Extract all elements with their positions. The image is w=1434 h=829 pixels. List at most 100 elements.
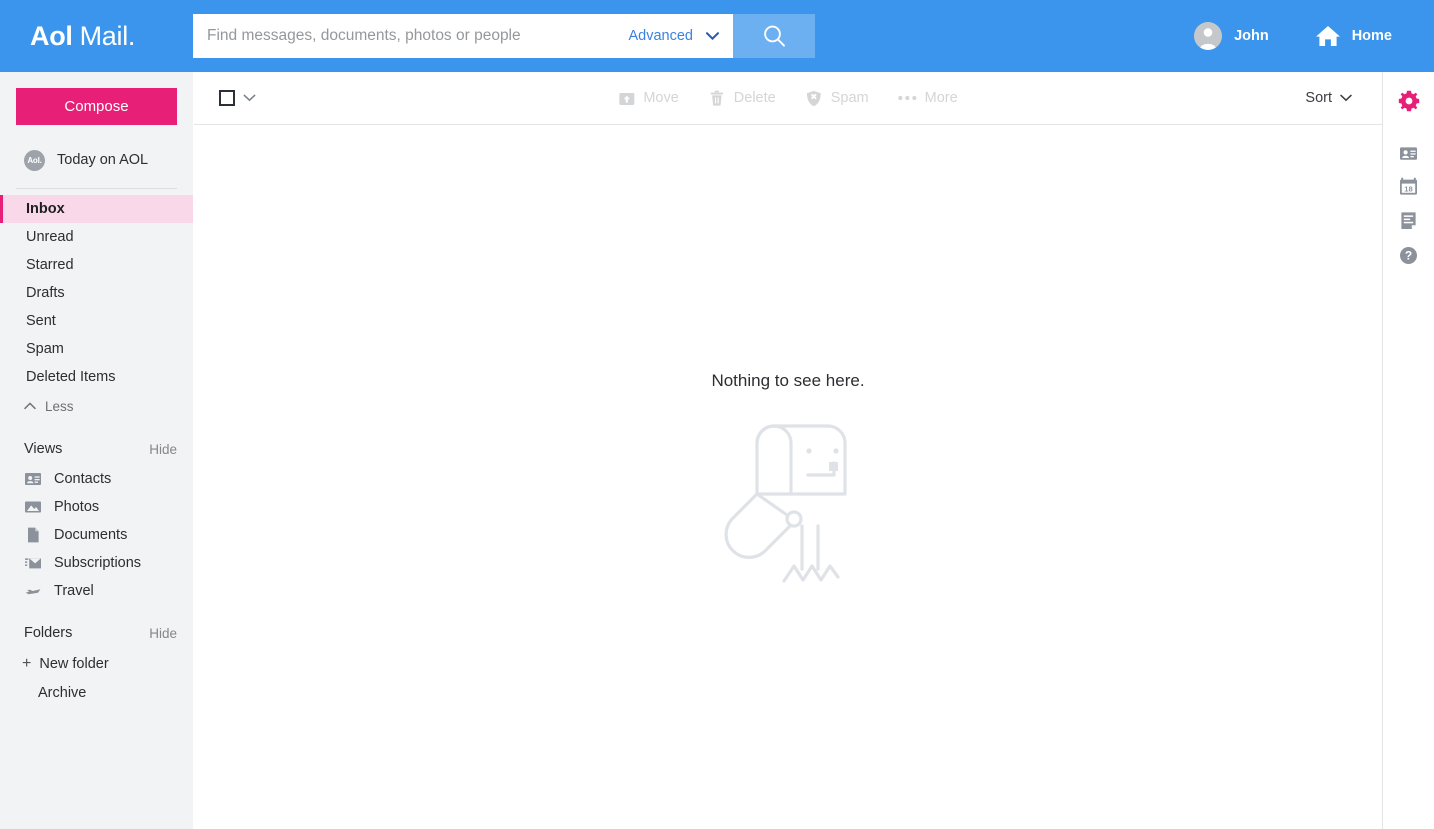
sidebar-item-starred[interactable]: Starred xyxy=(0,251,193,279)
home-label: Home xyxy=(1351,28,1392,44)
spam-label: Spam xyxy=(830,90,869,106)
folders-section-header: Folders Hide xyxy=(0,617,193,649)
sidebar-item-archive[interactable]: Archive xyxy=(0,679,193,707)
sidebar-divider xyxy=(16,188,177,189)
delete-label: Delete xyxy=(733,90,776,106)
broken-mailbox-illustration xyxy=(724,423,852,588)
logo-text-bold: Aol xyxy=(30,20,73,51)
subscriptions-envelope-icon xyxy=(25,558,41,569)
sidebar-item-label: Drafts xyxy=(26,285,65,301)
user-menu[interactable]: John xyxy=(1194,22,1269,50)
sidebar-item-sent[interactable]: Sent xyxy=(0,307,193,335)
search-input[interactable] xyxy=(207,16,619,56)
chevron-down-icon xyxy=(1340,94,1352,102)
message-toolbar: Move Delete Spam More Sort xyxy=(194,72,1382,125)
mailbox-eye-right xyxy=(833,448,839,454)
sidebar-item-spam[interactable]: Spam xyxy=(0,335,193,363)
more-button[interactable]: More xyxy=(898,90,958,106)
contacts-icon[interactable] xyxy=(1383,136,1434,170)
compose-button[interactable]: Compose xyxy=(16,88,177,125)
mailbox-smile-corner xyxy=(829,462,838,471)
home-icon xyxy=(1315,26,1340,46)
aol-badge-icon: Aol. xyxy=(24,149,45,171)
system-folder-list: Inbox Unread Starred Drafts Sent Spam De… xyxy=(0,195,193,391)
calendar-day-label: 18 xyxy=(1404,184,1412,193)
less-label: Less xyxy=(45,398,74,414)
airplane-icon xyxy=(25,589,41,595)
folders-section-title: Folders xyxy=(24,625,73,641)
toolbar-actions: Move Delete Spam More xyxy=(618,90,958,107)
search-box: Advanced xyxy=(193,14,733,58)
search-area: Advanced xyxy=(193,14,815,58)
svg-text:?: ? xyxy=(1405,248,1412,262)
contact-card-icon xyxy=(25,473,41,485)
calendar-icon[interactable]: 18 xyxy=(1383,170,1434,204)
person-avatar-icon xyxy=(1194,22,1223,50)
views-hide-toggle[interactable]: Hide xyxy=(149,442,177,457)
chevron-up-icon xyxy=(24,402,36,410)
sidebar-item-label: Inbox xyxy=(26,201,65,217)
move-label: Move xyxy=(643,90,679,106)
less-folders-toggle[interactable]: Less xyxy=(0,391,193,421)
sidebar-item-label: Documents xyxy=(54,527,128,543)
folders-hide-toggle[interactable]: Hide xyxy=(149,626,177,641)
delete-button[interactable]: Delete xyxy=(709,90,776,107)
sidebar-item-travel[interactable]: Travel xyxy=(0,577,193,605)
views-section-title: Views xyxy=(24,441,63,457)
help-icon[interactable]: ? xyxy=(1383,238,1434,272)
sidebar-item-drafts[interactable]: Drafts xyxy=(0,279,193,307)
sidebar-item-photos[interactable]: Photos xyxy=(0,493,193,521)
notepad-icon[interactable] xyxy=(1383,204,1434,238)
search-button[interactable] xyxy=(733,14,815,58)
sidebar-item-label: Subscriptions xyxy=(54,555,142,571)
sidebar-item-label: Spam xyxy=(26,341,64,357)
advanced-search-label: Advanced xyxy=(628,28,694,44)
sidebar-item-subscriptions[interactable]: Subscriptions xyxy=(0,549,193,577)
sidebar-item-label: Contacts xyxy=(54,471,112,487)
sort-button[interactable]: Sort xyxy=(1305,90,1352,106)
spam-button[interactable]: Spam xyxy=(806,90,869,107)
new-folder-label: New folder xyxy=(39,656,109,672)
plus-icon: + xyxy=(22,655,32,672)
sidebar-item-unread[interactable]: Unread xyxy=(0,223,193,251)
right-rail: 18 ? xyxy=(1382,72,1434,829)
home-link[interactable]: Home xyxy=(1315,24,1392,48)
more-label: More xyxy=(924,90,958,106)
sidebar-item-label: Starred xyxy=(26,257,74,273)
new-folder-button[interactable]: + New folder xyxy=(0,649,193,679)
sidebar-item-documents[interactable]: Documents xyxy=(0,521,193,549)
photo-icon xyxy=(25,501,41,513)
sidebar-item-deleted-items[interactable]: Deleted Items xyxy=(0,363,193,391)
sidebar-item-label: Photos xyxy=(54,499,100,515)
trash-icon xyxy=(711,90,724,106)
sidebar-item-label: Deleted Items xyxy=(26,369,116,385)
move-button[interactable]: Move xyxy=(618,90,679,107)
advanced-search-toggle[interactable]: Advanced xyxy=(619,28,719,44)
ellipsis-icon xyxy=(898,96,917,100)
search-icon xyxy=(763,25,785,47)
sidebar-item-label: Archive xyxy=(38,685,87,701)
sidebar-item-label: Unread xyxy=(26,229,74,245)
sidebar-item-label: Sent xyxy=(26,313,56,329)
views-list: Contacts Photos Documents Subscriptions … xyxy=(0,465,193,605)
views-section-header: Views Hide xyxy=(0,433,193,465)
today-on-aol-link[interactable]: Aol. Today on AOL xyxy=(0,142,193,178)
sidebar-item-contacts[interactable]: Contacts xyxy=(0,465,193,493)
user-name-label: John xyxy=(1234,28,1269,44)
mailbox-eye-left xyxy=(806,448,812,454)
chevron-down-icon[interactable] xyxy=(243,94,256,102)
sidebar-item-inbox[interactable]: Inbox xyxy=(0,195,193,223)
left-sidebar: Compose Aol. Today on AOL Inbox Unread S… xyxy=(0,72,193,829)
sidebar-item-label: Travel xyxy=(54,583,94,599)
logo-text-light: Mail. xyxy=(79,20,136,51)
select-all-checkbox[interactable] xyxy=(219,90,235,106)
app-header: Aol Mail. Advanced xyxy=(0,0,1434,72)
sort-label: Sort xyxy=(1305,90,1332,106)
settings-gear-icon[interactable] xyxy=(1383,84,1434,118)
chevron-down-icon xyxy=(706,32,719,40)
message-list-area: Nothing to see here. xyxy=(194,126,1382,829)
empty-state-message: Nothing to see here. xyxy=(711,371,865,390)
today-on-aol-label: Today on AOL xyxy=(57,152,149,168)
aol-mail-logo[interactable]: Aol Mail. xyxy=(0,21,193,52)
spam-shield-icon xyxy=(807,90,822,106)
